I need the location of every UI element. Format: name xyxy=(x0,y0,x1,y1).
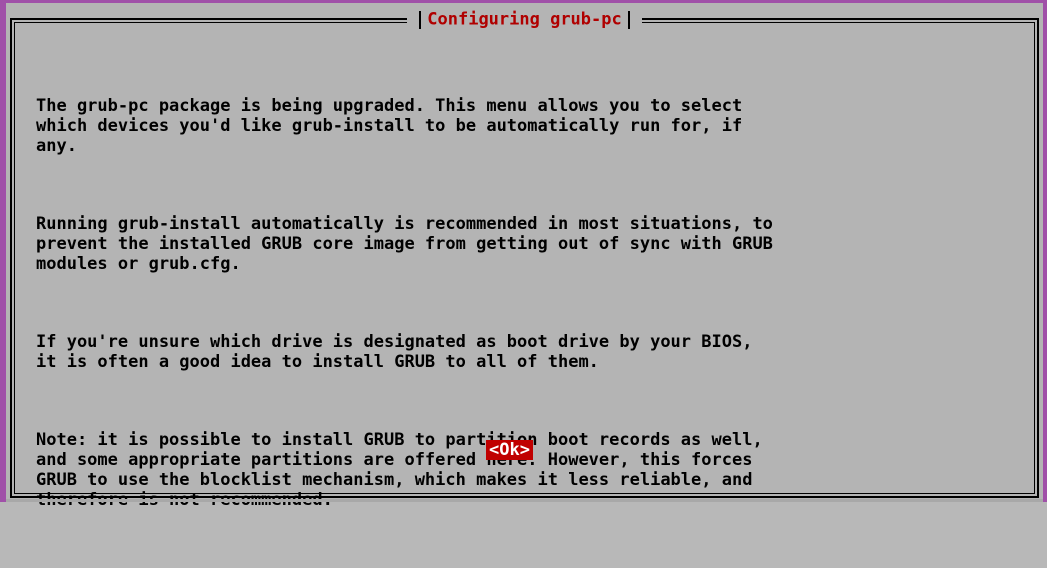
ok-button[interactable]: <Ok> xyxy=(486,440,533,460)
configuration-dialog: Configuring grub-pc The grub-pc package … xyxy=(6,3,1043,510)
message-paragraph-2: Running grub-install automatically is re… xyxy=(36,214,773,274)
message-paragraph-1: The grub-pc package is being upgraded. T… xyxy=(36,96,743,156)
title-left-tick xyxy=(419,10,422,29)
dialog-title: Configuring grub-pc xyxy=(427,9,622,30)
dialog-message: The grub-pc package is being upgraded. T… xyxy=(36,56,1026,568)
dialog-title-bar: Configuring grub-pc xyxy=(6,8,1043,31)
title-right-tick xyxy=(627,10,630,29)
screen-edge-right xyxy=(1043,0,1047,502)
dialog-title-box: Configuring grub-pc xyxy=(407,8,642,31)
message-paragraph-3: If you're unsure which drive is designat… xyxy=(36,332,753,372)
